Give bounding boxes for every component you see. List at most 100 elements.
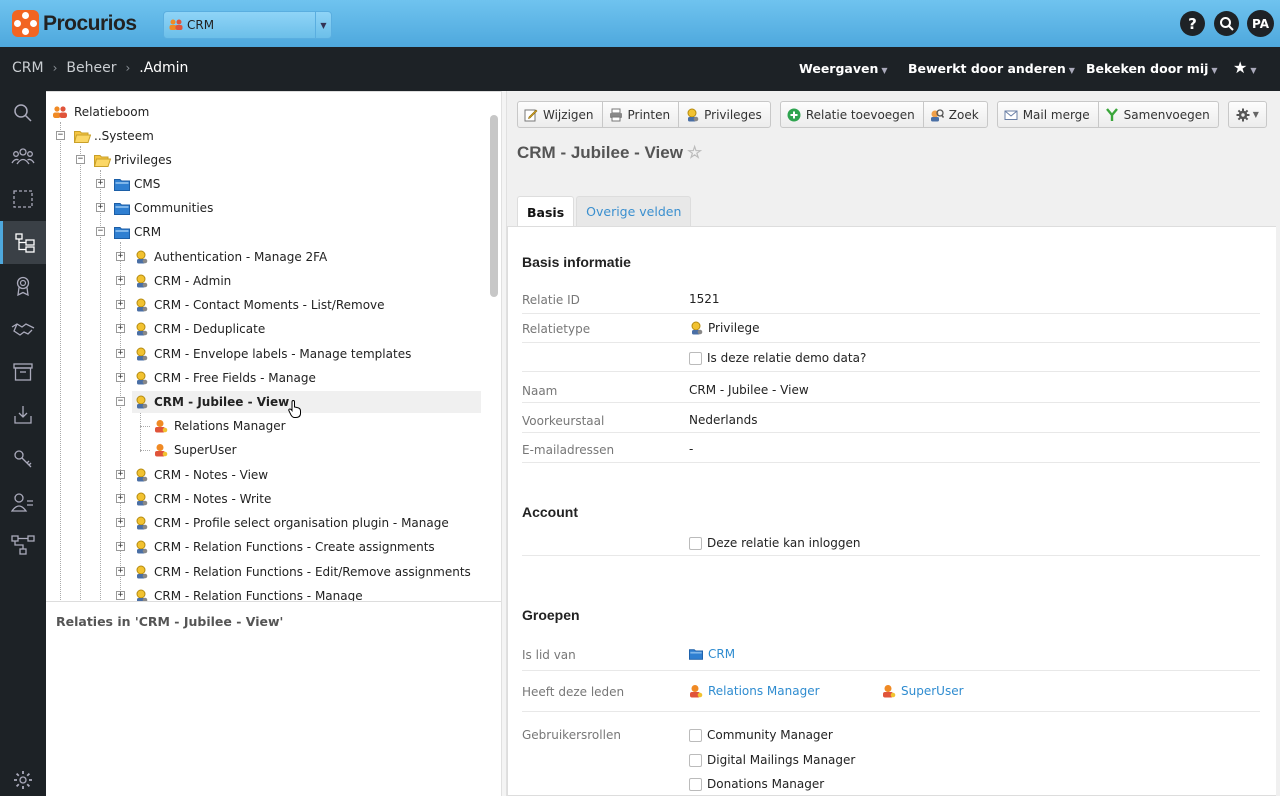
breadcrumb-item[interactable]: CRM xyxy=(12,60,44,76)
tree-node[interactable]: CRM - Deduplicate xyxy=(134,318,265,340)
role-checkbox[interactable] xyxy=(689,728,702,742)
privilege-icon xyxy=(136,322,148,336)
privileges-button[interactable]: Privileges xyxy=(678,101,771,128)
search-button[interactable] xyxy=(1214,11,1239,36)
collapse-toggle[interactable]: − xyxy=(56,131,65,140)
expand-toggle[interactable]: + xyxy=(116,591,125,600)
tree-node[interactable]: CRM - Envelope labels - Manage templates xyxy=(134,343,411,365)
help-button[interactable]: ? xyxy=(1180,11,1205,36)
tree-node[interactable]: CRM - Relation Functions - Edit/Remove a… xyxy=(134,561,471,583)
tree-node[interactable]: SuperUser xyxy=(154,439,237,461)
tree-node[interactable]: CMS xyxy=(114,173,160,195)
demo-data-checkbox[interactable] xyxy=(689,351,702,365)
expand-toggle[interactable]: + xyxy=(116,349,125,358)
user-icon xyxy=(155,420,168,433)
views-menu-label: Weergaven xyxy=(799,61,879,76)
collapse-toggle[interactable]: − xyxy=(96,227,105,236)
collapse-toggle[interactable]: − xyxy=(116,397,125,406)
sidebar-item-relation-tree[interactable] xyxy=(0,221,46,264)
tree-node[interactable]: ..Systeem xyxy=(74,125,154,147)
sidebar-item-privileges[interactable] xyxy=(0,437,46,480)
favorites-menu[interactable]: ★ ▼ xyxy=(1233,58,1257,77)
sidebar-item-search[interactable] xyxy=(0,91,46,134)
sidebar-item-workflow[interactable] xyxy=(0,523,46,566)
expand-toggle[interactable]: + xyxy=(116,373,125,382)
add-relation-button[interactable]: Relatie toevoegen xyxy=(779,101,924,128)
tree-node-selected[interactable]: CRM - Jubilee - View xyxy=(132,391,481,413)
tree-node[interactable]: CRM - Profile select organisation plugin… xyxy=(134,512,449,534)
tree-node[interactable]: CRM - Notes - Write xyxy=(134,488,271,510)
print-button[interactable]: Printen xyxy=(601,101,680,128)
views-menu[interactable]: Weergaven ▼ xyxy=(799,61,888,76)
sidebar-item-awards[interactable] xyxy=(0,264,46,307)
avatar-initials: PA xyxy=(1252,16,1269,31)
tab-other-fields[interactable]: Overige velden xyxy=(576,196,692,226)
sidebar-item-settings[interactable] xyxy=(0,764,46,796)
expand-toggle[interactable]: + xyxy=(96,179,105,188)
settings-menu-button[interactable]: ▼ xyxy=(1227,101,1267,128)
tree-root[interactable]: Relatieboom xyxy=(52,101,149,123)
tree-node[interactable]: Communities xyxy=(114,197,213,219)
merge-icon xyxy=(1105,107,1118,121)
tree-node[interactable]: CRM - Admin xyxy=(134,270,231,292)
sidebar-item-deals[interactable] xyxy=(0,307,46,350)
module-select[interactable]: CRM ▼ xyxy=(163,11,332,39)
tree-node[interactable]: Authentication - Manage 2FA xyxy=(134,246,327,268)
expand-toggle[interactable]: + xyxy=(116,518,125,527)
role-checkbox[interactable] xyxy=(689,753,702,767)
tab-basis[interactable]: Basis xyxy=(517,196,575,227)
field-row: E-mailadressen - xyxy=(522,433,1260,463)
tree-node[interactable]: CRM - Relation Functions - Manage xyxy=(134,585,363,601)
tree-node-label: CRM xyxy=(134,225,162,239)
viewed-by-me-menu[interactable]: Bekeken door mij ▼ xyxy=(1086,61,1218,76)
expand-toggle[interactable]: + xyxy=(116,567,125,576)
mail-merge-button[interactable]: Mail merge xyxy=(996,101,1099,128)
expand-toggle[interactable]: + xyxy=(116,542,125,551)
sidebar-item-relations[interactable] xyxy=(0,134,46,177)
tree-node[interactable]: CRM - Contact Moments - List/Remove xyxy=(134,294,385,316)
avatar[interactable]: PA xyxy=(1247,10,1274,37)
collapse-toggle[interactable]: − xyxy=(76,155,85,164)
tree-node-label: CRM - Admin xyxy=(154,274,232,288)
merge-button[interactable]: Samenvoegen xyxy=(1097,101,1219,128)
favorite-star-icon[interactable]: ☆ xyxy=(687,143,702,162)
expand-toggle[interactable]: + xyxy=(116,252,125,261)
gear-icon xyxy=(1236,108,1250,121)
tree-root-label: Relatieboom xyxy=(74,105,150,119)
role-label: Community Manager xyxy=(707,728,833,742)
expand-toggle[interactable]: + xyxy=(116,470,125,479)
search-relation-button[interactable]: Zoek xyxy=(922,101,988,128)
tree-node[interactable]: Relations Manager xyxy=(154,415,286,437)
expand-toggle[interactable]: + xyxy=(116,300,125,309)
search-person-icon xyxy=(930,108,944,121)
sidebar-item-selections[interactable] xyxy=(0,177,46,220)
open-folder-icon xyxy=(74,130,91,143)
tree-node-label: CRM - Relation Functions - Create assign… xyxy=(154,540,435,554)
breadcrumb-item[interactable]: Beheer xyxy=(66,60,116,76)
tree-node[interactable]: CRM xyxy=(114,221,161,243)
sidebar-item-archive[interactable] xyxy=(0,350,46,393)
can-login-checkbox[interactable] xyxy=(689,536,702,550)
tree-node[interactable]: CRM - Free Fields - Manage xyxy=(134,367,316,389)
member-link[interactable]: Relations Manager xyxy=(689,684,820,698)
privilege-icon xyxy=(136,298,148,312)
member-link[interactable]: SuperUser xyxy=(882,684,964,698)
field-label: Gebruikersrollen xyxy=(522,728,621,742)
expand-toggle[interactable]: + xyxy=(116,324,125,333)
tree-node[interactable]: CRM - Notes - View xyxy=(134,464,268,486)
role-checkbox[interactable] xyxy=(689,777,702,791)
tree-node[interactable]: Privileges xyxy=(94,149,172,171)
privilege-icon xyxy=(136,395,148,409)
tree-node[interactable]: CRM - Relation Functions - Create assign… xyxy=(134,536,435,558)
expand-toggle[interactable]: + xyxy=(116,276,125,285)
sidebar-item-users[interactable] xyxy=(0,480,46,523)
expand-toggle[interactable]: + xyxy=(96,203,105,212)
member-of-link[interactable]: CRM xyxy=(689,647,735,661)
tree-scrollbar[interactable] xyxy=(490,115,498,297)
expand-toggle[interactable]: + xyxy=(116,494,125,503)
sidebar-item-import[interactable] xyxy=(0,393,46,436)
procurios-logo[interactable]: Procurios xyxy=(12,10,137,37)
edit-button[interactable]: Wijzigen xyxy=(517,101,603,128)
chevron-down-icon: ▼ xyxy=(1250,66,1257,75)
edited-by-others-menu[interactable]: Bewerkt door anderen ▼ xyxy=(908,61,1075,76)
